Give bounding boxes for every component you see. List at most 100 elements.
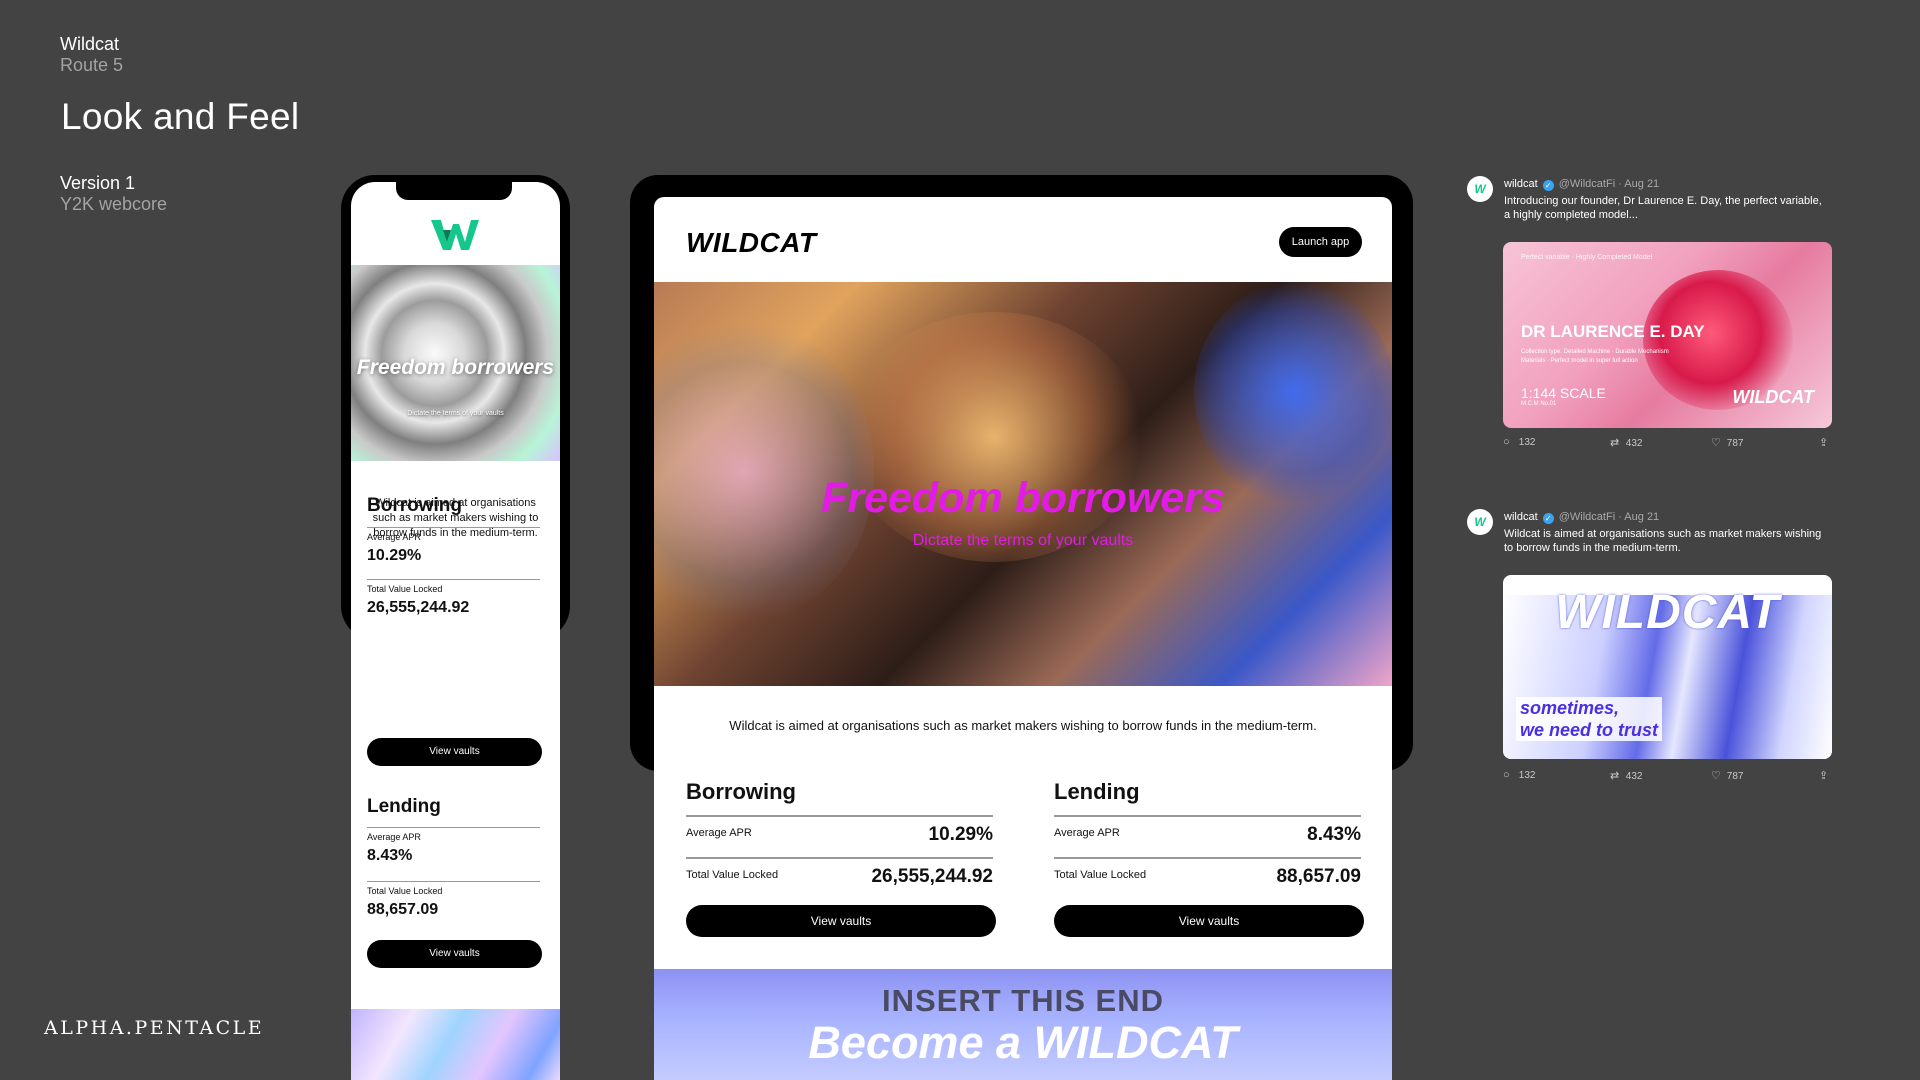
tablet-lending-apr-label: Average APR bbox=[1054, 827, 1120, 839]
hero-glow bbox=[1194, 282, 1392, 502]
tablet-lending-apr-value: 8.43% bbox=[1307, 824, 1361, 845]
like-action[interactable]: ♡ 787 bbox=[1711, 436, 1743, 449]
version-block: Version 1 Y2K webcore bbox=[60, 173, 167, 215]
phone-screen: Freedom borrowers Dictate the terms of y… bbox=[351, 182, 560, 1080]
media-title: WILDCAT bbox=[1555, 586, 1780, 639]
tweet-author[interactable]: wildcat bbox=[1504, 178, 1538, 190]
tablet-lending-view-vaults-button[interactable]: View vaults bbox=[1054, 905, 1364, 937]
media-quote: sometimes, we need to trust bbox=[1516, 697, 1663, 741]
tablet-screen: WILDCAT Launch app Freedom borrowers Dic… bbox=[654, 197, 1392, 1080]
tablet-borrowing-apr-label: Average APR bbox=[686, 827, 752, 839]
verified-icon: ✓ bbox=[1542, 180, 1554, 191]
share-action[interactable]: ⇪ bbox=[1819, 769, 1832, 782]
tablet-borrowing-title: Borrowing bbox=[686, 779, 796, 804]
media-quote-line: we need to trust bbox=[1520, 720, 1659, 740]
version-subtitle: Y2K webcore bbox=[60, 194, 168, 214]
tablet-lending-tvl-value: 88,657.09 bbox=[1276, 866, 1361, 887]
reply-count: 132 bbox=[1518, 770, 1536, 781]
phone-lending-title: Lending bbox=[367, 796, 441, 817]
like-icon: ♡ bbox=[1711, 770, 1721, 782]
verified-icon: ✓ bbox=[1542, 513, 1554, 524]
like-count: 787 bbox=[1726, 771, 1744, 782]
phone-hero-image: Freedom borrowers Dictate the terms of y… bbox=[351, 265, 560, 461]
footer-logo: ALPHA.PENTACLE bbox=[44, 1017, 265, 1039]
tablet-hero-image: Freedom borrowers Dictate the terms of y… bbox=[654, 282, 1392, 686]
tweet-media-card[interactable]: WILDCAT sometimes, we need to trust bbox=[1503, 575, 1832, 759]
tweet-header: wildcat ✓ @WildcatFi · Aug 21 bbox=[1504, 511, 1659, 524]
bottom-banner-small-text: INSERT THIS END bbox=[882, 983, 1164, 1018]
media-watermark: WILDCAT bbox=[1732, 387, 1814, 407]
divider bbox=[686, 815, 993, 817]
tweet-handle-date: @WildcatFi · Aug 21 bbox=[1558, 511, 1660, 523]
media-small-text: Perfect variable · Highly Completed Mode… bbox=[1521, 254, 1653, 261]
avatar[interactable]: W bbox=[1467, 176, 1493, 202]
launch-app-button[interactable]: Launch app bbox=[1279, 227, 1362, 257]
tablet-borrowing-tvl-value: 26,555,244.92 bbox=[871, 866, 993, 887]
media-quote-line: sometimes, bbox=[1520, 698, 1620, 718]
like-action[interactable]: ♡ 787 bbox=[1711, 769, 1743, 782]
media-title: DR LAURENCE E. DAY bbox=[1521, 322, 1705, 341]
like-count: 787 bbox=[1726, 438, 1744, 449]
tweet-media-card[interactable]: Perfect variable · Highly Completed Mode… bbox=[1503, 242, 1832, 428]
media-meta: Collection type: Detailed Machine · Dura… bbox=[1521, 349, 1669, 364]
tablet-hero-subtitle: Dictate the terms of your vaults bbox=[912, 532, 1134, 549]
retweet-action[interactable]: ⇄ 432 bbox=[1610, 769, 1642, 782]
tweet-text: Wildcat is aimed at organisations such a… bbox=[1504, 528, 1822, 554]
phone-hero-subtitle: Dictate the terms of your vaults bbox=[407, 410, 504, 417]
phone-bottom-image bbox=[351, 1009, 560, 1080]
brand-route: Route 5 bbox=[60, 55, 124, 75]
divider bbox=[1054, 815, 1361, 817]
reply-action[interactable]: ○ 132 bbox=[1503, 436, 1535, 448]
share-icon: ⇪ bbox=[1819, 437, 1829, 449]
tablet-description: Wildcat is aimed at organisations such a… bbox=[729, 718, 1317, 733]
divider bbox=[367, 827, 540, 828]
tweet-text: Introducing our founder, Dr Laurence E. … bbox=[1504, 195, 1822, 221]
tablet-lending-title: Lending bbox=[1054, 779, 1140, 804]
phone-borrowing-apr-label: Average APR bbox=[367, 532, 421, 542]
tweet-author[interactable]: wildcat bbox=[1504, 511, 1538, 523]
tablet-lending-tvl-label: Total Value Locked bbox=[1054, 869, 1147, 881]
wildcat-logo-icon[interactable] bbox=[429, 216, 481, 254]
media-scale-sub: M.C.M No.01 bbox=[1521, 401, 1557, 407]
brand-name: Wildcat bbox=[60, 34, 120, 54]
tablet-hero-title: Freedom borrowers bbox=[821, 474, 1225, 522]
phone-borrowing-view-vaults-button[interactable]: View vaults bbox=[367, 738, 542, 766]
phone-borrowing-apr-value: 10.29% bbox=[367, 547, 422, 564]
tablet-bottom-banner: INSERT THIS END Become a WILDCAT bbox=[654, 969, 1392, 1080]
retweet-icon: ⇄ bbox=[1610, 437, 1620, 449]
reply-action[interactable]: ○ 132 bbox=[1503, 769, 1535, 781]
avatar[interactable]: W bbox=[1467, 509, 1493, 535]
retweet-action[interactable]: ⇄ 432 bbox=[1610, 436, 1642, 449]
hero-glow bbox=[844, 312, 1144, 562]
media-scale: 1:144 SCALE bbox=[1521, 385, 1606, 401]
divider bbox=[367, 579, 540, 580]
retweet-count: 432 bbox=[1625, 771, 1643, 782]
divider bbox=[686, 857, 993, 859]
phone-hero-title: Freedom borrowers bbox=[356, 356, 555, 379]
tablet-borrowing-view-vaults-button[interactable]: View vaults bbox=[686, 905, 996, 937]
tablet-borrowing-tvl-label: Total Value Locked bbox=[686, 869, 779, 881]
reply-icon: ○ bbox=[1503, 769, 1510, 781]
phone-lending-view-vaults-button[interactable]: View vaults bbox=[367, 940, 542, 968]
tweet-actions: ○ 132 ⇄ 432 ♡ 787 ⇪ bbox=[1503, 769, 1832, 785]
phone-lending-tvl-label: Total Value Locked bbox=[367, 886, 443, 896]
phone-borrowing-tvl-value: 26,555,244.92 bbox=[367, 599, 470, 616]
retweet-icon: ⇄ bbox=[1610, 770, 1620, 782]
phone-notch bbox=[396, 181, 512, 200]
phone-lending-apr-value: 8.43% bbox=[367, 847, 413, 864]
phone-lending-apr-label: Average APR bbox=[367, 832, 421, 842]
like-icon: ♡ bbox=[1711, 437, 1721, 449]
divider bbox=[1054, 857, 1361, 859]
share-action[interactable]: ⇪ bbox=[1819, 436, 1832, 449]
phone-borrowing-tvl-label: Total Value Locked bbox=[367, 584, 443, 594]
tablet-logo[interactable]: WILDCAT bbox=[686, 227, 817, 259]
tweet-header: wildcat ✓ @WildcatFi · Aug 21 bbox=[1504, 178, 1659, 191]
bottom-banner-title: Become a WILDCAT bbox=[808, 1017, 1238, 1068]
phone-lending-tvl-value: 88,657.09 bbox=[367, 901, 439, 918]
hero-glow bbox=[654, 322, 874, 622]
phone-borrowing-title: Borrowing bbox=[367, 495, 462, 516]
tablet-borrowing-apr-value: 10.29% bbox=[928, 824, 993, 845]
version-title: Version 1 bbox=[60, 173, 136, 193]
share-icon: ⇪ bbox=[1819, 770, 1829, 782]
divider bbox=[367, 527, 540, 528]
